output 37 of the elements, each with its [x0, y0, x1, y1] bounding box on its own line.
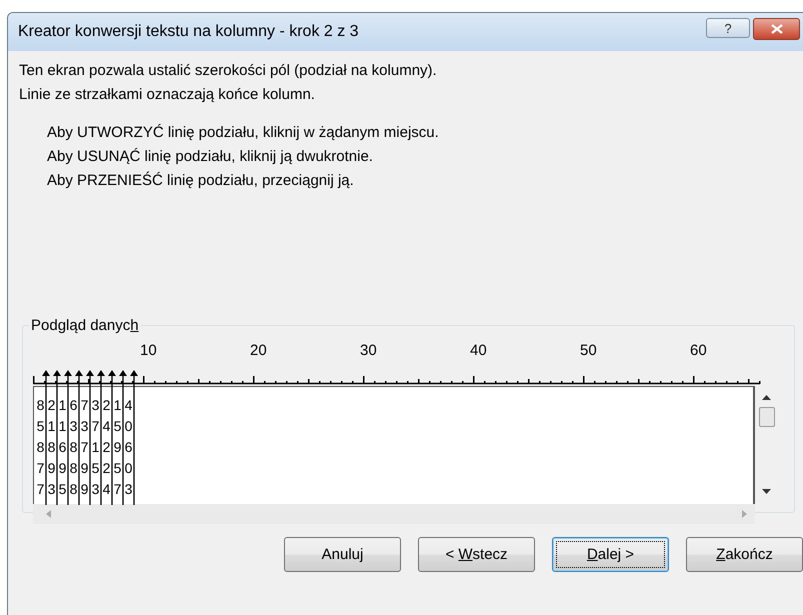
close-button[interactable] — [753, 18, 800, 40]
ruler-number: 50 — [580, 342, 597, 359]
group-title: Podgląd danych — [30, 317, 140, 334]
scroll-down-icon[interactable] — [762, 489, 771, 494]
column-break-line[interactable] — [130, 370, 138, 505]
description-text: Ten ekran pozwala ustalić szerokości pól (podział na kolumny). — [19, 61, 438, 81]
preview-row-text: 5 1 1 3 3 7 4 5 0 — [36, 416, 134, 436]
ruler-number: 30 — [360, 342, 377, 359]
close-icon — [770, 24, 782, 34]
scroll-up-icon[interactable] — [762, 395, 771, 400]
preview-row-text: 8 2 1 6 7 3 2 1 4 — [36, 396, 134, 414]
description-text: Linie ze strzałkami oznaczają końce kolumn. — [19, 85, 316, 105]
column-break-line[interactable] — [97, 370, 105, 505]
column-break-line[interactable] — [119, 370, 127, 505]
ruler-number: 10 — [140, 342, 157, 359]
finish-button[interactable]: Zakończ — [686, 537, 803, 572]
preview-row-text: 8 8 6 8 7 1 2 9 6 — [36, 438, 134, 456]
preview-row-text: 7 3 5 8 9 3 4 7 3 — [36, 480, 134, 498]
column-break-line[interactable] — [75, 370, 83, 505]
column-break-line[interactable] — [53, 370, 61, 505]
ruler-number: 20 — [250, 342, 267, 359]
help-button[interactable]: ? — [706, 18, 750, 38]
instruction-text: Aby PRZENIEŚĆ linię podziału, przeciągnij ją. — [47, 170, 355, 191]
back-button[interactable]: < Wstecz — [418, 537, 535, 572]
ruler-number: 60 — [690, 342, 707, 359]
scrollbar-thumb[interactable] — [758, 407, 774, 427]
window-title: Kreator konwersji tekstu na kolumny - krok 2 z 3 — [18, 23, 359, 41]
column-break-line[interactable] — [42, 370, 50, 505]
preview-row-text: 7 9 9 8 9 5 2 5 0 — [36, 458, 134, 478]
cancel-button[interactable]: Anuluj — [284, 537, 401, 572]
column-break-line[interactable] — [64, 370, 72, 505]
instruction-text: Aby USUNĄĆ linię podziału, kliknij ją dwukrotnie. — [47, 147, 374, 167]
column-break-line[interactable] — [108, 370, 116, 505]
next-button[interactable]: Dalej > — [552, 537, 669, 572]
instruction-text: Aby UTWORZYĆ linię podziału, kliknij w żądanym miejscu. — [47, 123, 440, 143]
column-break-line[interactable] — [86, 370, 94, 505]
ruler-number: 40 — [470, 342, 487, 359]
